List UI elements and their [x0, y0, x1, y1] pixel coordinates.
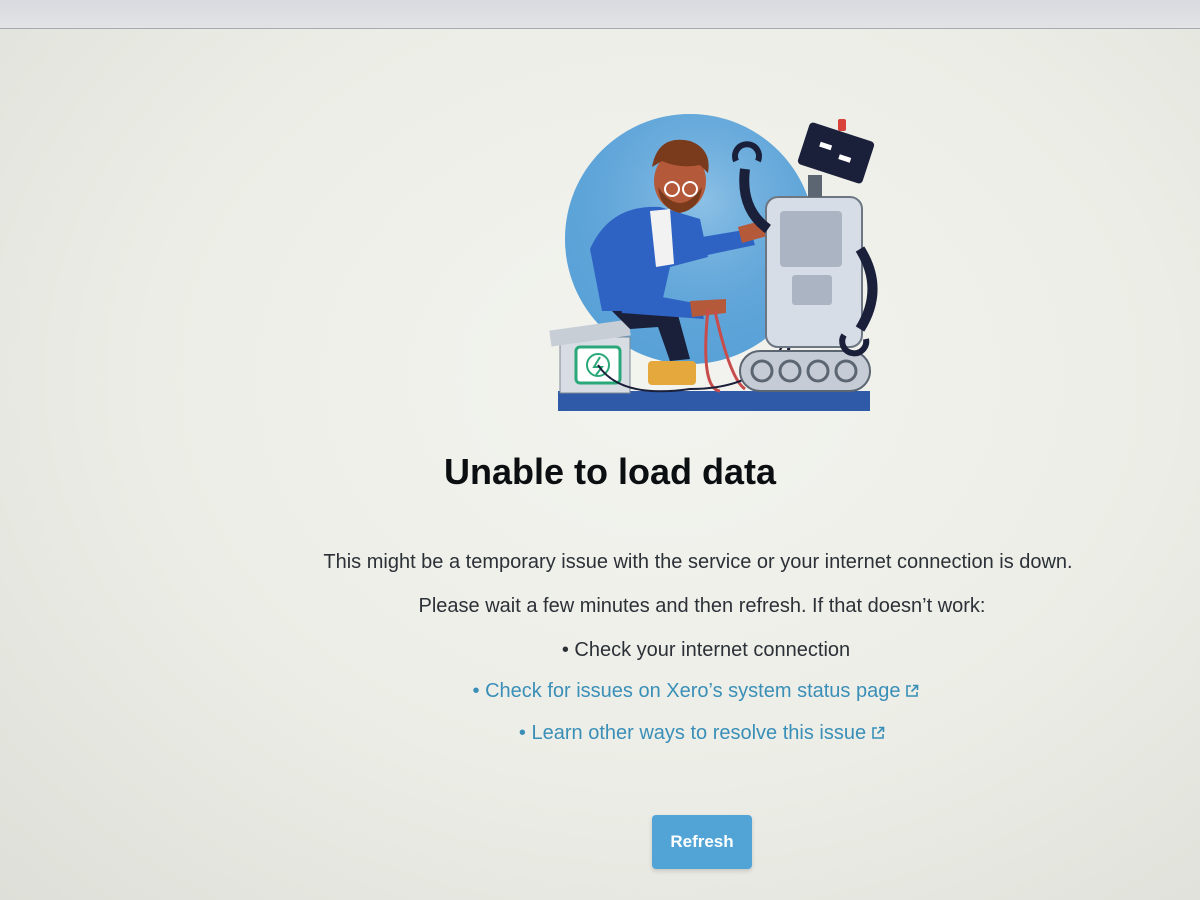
page-title: Unable to load data	[443, 451, 777, 492]
suggestion-status-page: • Check for issues on Xero’s system stat…	[0, 680, 1200, 703]
status-page-link[interactable]: Check for issues on Xero’s system status…	[485, 680, 900, 702]
bullet-dot: •	[561, 639, 569, 661]
resolve-issue-link[interactable]: Learn other ways to resolve this issue	[531, 722, 866, 744]
error-page: Unable to load data This might be a temp…	[0, 29, 1200, 900]
external-link-icon[interactable]	[905, 684, 919, 698]
external-link-icon[interactable]	[871, 726, 885, 740]
suggestion-resolve-issue: • Learn other ways to resolve this issue	[0, 722, 1200, 745]
suggestion-label: Check your internet connection	[574, 639, 851, 661]
person-repairing-robot-illustration	[549, 114, 878, 411]
suggestion-check-connection: • Check your internet connection	[0, 639, 1200, 662]
bullet-dot: •	[472, 680, 480, 702]
error-message-line-1: This might be a temporary issue with the…	[323, 551, 1073, 573]
browser-top-strip	[0, 0, 1200, 29]
bullet-dot: •	[518, 722, 526, 744]
error-message-line-2: Please wait a few minutes and then refre…	[418, 595, 986, 617]
refresh-button[interactable]: Refresh	[652, 815, 752, 869]
